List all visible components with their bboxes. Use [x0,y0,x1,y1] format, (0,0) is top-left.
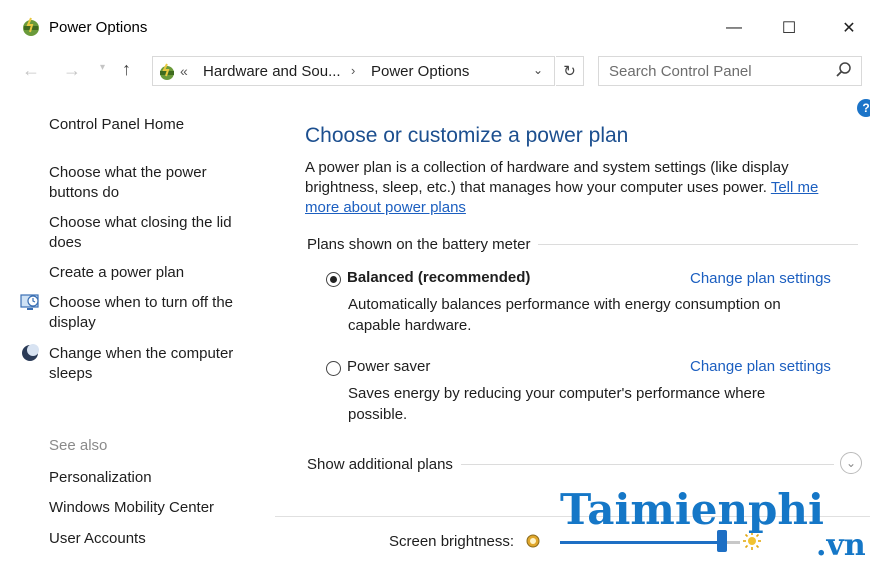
plans-section-label: Plans shown on the battery meter [307,236,539,253]
search-placeholder: Search Control Panel [609,63,752,80]
power-options-icon [160,63,174,80]
see-also-user-accounts[interactable]: User Accounts [49,529,259,549]
address-bar[interactable]: « Hardware and Sou... › Power Options ⌄ [152,56,555,86]
change-plan-settings-power-saver[interactable]: Change plan settings [690,358,831,375]
up-arrow-icon[interactable]: ↑ [122,59,131,80]
description-text: A power plan is a collection of hardware… [305,159,789,196]
control-panel-home-link[interactable]: Control Panel Home [49,115,259,135]
plan-description-balanced: Automatically balances performance with … [348,296,781,334]
screen-brightness-label: Screen brightness: [389,533,515,550]
sidebar-item-power-buttons[interactable]: Choose what the power buttons do [49,163,259,203]
refresh-icon[interactable]: ↻ [556,56,584,86]
change-plan-settings-balanced[interactable]: Change plan settings [690,270,831,287]
back-arrow-icon[interactable]: ← [22,60,40,81]
show-additional-plans[interactable]: Show additional plans [307,456,461,473]
plan-name-balanced[interactable]: Balanced (recommended) [347,269,530,286]
power-saver-radio[interactable] [326,361,341,376]
page-title: Choose or customize a power plan [305,124,629,147]
chevron-down-icon[interactable]: ⌄ [840,452,862,474]
breadcrumb-hardware-and-sound[interactable]: Hardware and Sou... [203,63,341,80]
brightness-slider-fill [560,541,722,544]
moon-icon [22,344,39,361]
breadcrumb-power-options[interactable]: Power Options [371,63,469,80]
window-title: Power Options [49,19,148,36]
brightness-high-icon [743,532,761,550]
close-button[interactable]: ✕ [826,12,870,44]
search-icon[interactable] [835,61,853,79]
balanced-radio[interactable] [326,272,341,287]
maximize-button[interactable]: ☐ [766,12,812,44]
title-bar: Power Options — ☐ ✕ [0,0,870,52]
breadcrumb-separator[interactable]: › [351,63,355,78]
see-also-windows-mobility-center[interactable]: Windows Mobility Center [49,498,259,518]
chevron-down-icon[interactable]: ⌄ [533,63,543,77]
sidebar-item-closing-lid[interactable]: Choose what closing the lid does [49,213,259,253]
forward-arrow-icon[interactable]: → [63,60,81,81]
brightness-slider[interactable] [560,530,740,552]
plan-description-power-saver: Saves energy by reducing your computer's… [348,385,766,423]
breadcrumb-overflow[interactable]: « [180,63,188,79]
power-options-icon [23,17,39,36]
search-input[interactable]: Search Control Panel [598,56,862,86]
watermark-logo-domain: .vn [816,528,866,563]
sidebar-item-computer-sleeps[interactable]: Change when the computer sleeps [49,344,259,384]
see-also-personalization[interactable]: Personalization [49,468,259,488]
minimize-button[interactable]: — [711,12,757,44]
page-description: A power plan is a collection of hardware… [305,158,850,218]
sidebar-item-create-power-plan[interactable]: Create a power plan [49,263,259,283]
see-also-heading: See also [49,437,108,454]
plan-name-power-saver[interactable]: Power saver [347,358,430,375]
brightness-low-icon [526,534,540,548]
sidebar-item-turn-off-display[interactable]: Choose when to turn off the display [49,293,259,333]
help-icon[interactable]: ? [857,99,870,117]
radio-selected-dot [330,276,337,283]
watermark-logo: Taimienphi [560,485,824,534]
recent-locations-icon[interactable]: ▾ [100,62,105,73]
display-clock-icon [20,294,39,310]
